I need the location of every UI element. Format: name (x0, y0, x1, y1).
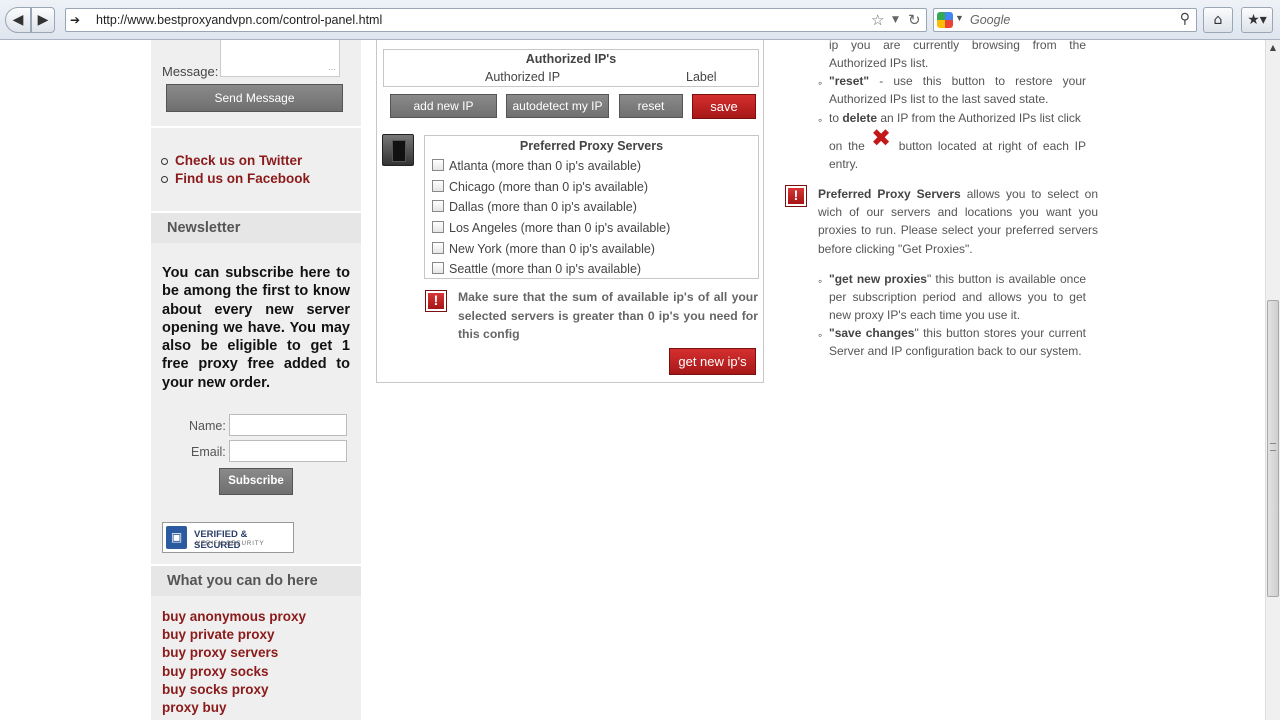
help-reset: "reset" - use this button to restore you… (829, 74, 1086, 107)
add-new-ip-button[interactable]: add new IP (390, 94, 497, 118)
help-get-new-proxies: "get new proxies" this button is availab… (829, 272, 1086, 323)
bullet-icon (161, 158, 168, 165)
address-bar[interactable]: ➔ http://www.bestproxyandvpn.com/control… (65, 8, 927, 32)
badge-title: VERIFIED & SECURED (194, 529, 248, 551)
what-you-can-do-heading: What you can do here (151, 564, 361, 596)
help-delete: to delete an IP from the Authorized IPs … (829, 111, 1081, 125)
lock-icon: ▣ (166, 526, 187, 549)
send-message-button[interactable]: Send Message (166, 84, 343, 112)
server-option-atlanta[interactable]: Atlanta (more than 0 ip's available) (432, 159, 641, 173)
browser-toolbar: ◀ ▶ ➔ http://www.bestproxyandvpn.com/con… (0, 0, 1280, 40)
search-bar[interactable]: ▼ Google ⚲ (933, 8, 1197, 32)
link-buy-socks-proxy[interactable]: buy socks proxy (162, 681, 306, 699)
twitter-link[interactable]: Check us on Twitter (161, 152, 310, 170)
server-option-seattle[interactable]: Seattle (more than 0 ip's available) (432, 262, 641, 276)
newsletter-heading: Newsletter (151, 211, 361, 243)
checkbox[interactable] (432, 180, 444, 192)
subscribe-button[interactable]: Subscribe (219, 468, 293, 495)
sidebar: Message: ⋯ Send Message Check us on Twit… (151, 40, 361, 720)
reset-button[interactable]: reset (619, 94, 683, 118)
bookmarks-button[interactable]: ★▾ (1241, 7, 1273, 33)
facebook-link[interactable]: Find us on Facebook (161, 170, 310, 188)
warning-icon: ! (425, 290, 447, 312)
help-authorized-line: ip you are currently browsing from the A… (829, 40, 1086, 71)
server-option-chicago[interactable]: Chicago (more than 0 ip's available) (432, 180, 648, 194)
search-input[interactable]: Google (970, 13, 1010, 27)
preferred-servers-title: Preferred Proxy Servers (519, 139, 664, 153)
search-icon[interactable]: ⚲ (1180, 11, 1190, 27)
checkbox[interactable] (432, 159, 444, 171)
reload-icon[interactable]: ↻ (908, 11, 921, 29)
grip-icon (1270, 443, 1276, 451)
bullet-icon: ◦ (818, 76, 823, 90)
forward-arrow-icon: ▶ (37, 12, 49, 28)
column-authorized-ip: Authorized IP (485, 70, 561, 84)
help-save-changes: "save changes" this button stores your c… (829, 326, 1086, 359)
name-field[interactable] (229, 414, 347, 436)
divider (151, 126, 361, 128)
home-icon: ⌂ (1213, 12, 1223, 28)
get-new-ips-button[interactable]: get new ip's (669, 348, 756, 375)
back-button[interactable]: ◀ (5, 7, 31, 33)
link-buy-proxy-servers[interactable]: buy proxy servers (162, 644, 306, 662)
link-buy-private-proxy[interactable]: buy private proxy (162, 626, 306, 644)
warning-icon: ! (785, 185, 807, 207)
home-button[interactable]: ⌂ (1203, 7, 1233, 33)
server-option-los-angeles[interactable]: Los Angeles (more than 0 ip's available) (432, 221, 670, 235)
email-label: Email: (191, 445, 226, 459)
message-label: Message: (162, 64, 219, 79)
server-icon (382, 134, 414, 166)
warning-text: Make sure that the sum of available ip's… (458, 290, 758, 341)
site-favicon-icon: ➔ (70, 13, 81, 27)
authorized-ips-table: Authorized IP's Authorized IP Label (383, 49, 759, 87)
save-button[interactable]: save (692, 94, 756, 119)
message-textarea[interactable]: ⋯ (220, 40, 340, 77)
name-label: Name: (189, 419, 226, 433)
newsletter-text: You can subscribe here to be among the f… (162, 265, 350, 391)
link-buy-proxy-socks[interactable]: buy proxy socks (162, 663, 306, 681)
preferred-proxy-servers: Preferred Proxy Servers Atlanta (more th… (424, 135, 759, 279)
authorized-ips-title: Authorized IP's (525, 52, 617, 66)
delete-x-icon: ✖ (871, 124, 892, 152)
checkbox[interactable] (432, 242, 444, 254)
back-arrow-icon: ◀ (12, 12, 24, 28)
help-preferred-servers: Preferred Proxy Servers allows you to se… (818, 187, 1098, 256)
google-engine-icon[interactable] (937, 12, 953, 28)
social-links: Check us on Twitter Find us on Facebook (161, 152, 310, 188)
server-option-dallas[interactable]: Dallas (more than 0 ip's available) (432, 200, 637, 214)
web-page: Message: ⋯ Send Message Check us on Twit… (0, 40, 1265, 720)
column-label: Label (686, 70, 717, 84)
email-field[interactable] (229, 440, 347, 462)
product-links: buy anonymous proxy buy private proxy bu… (162, 608, 306, 717)
bookmark-star-icon[interactable]: ☆ (871, 11, 884, 29)
help-delete-continued: on the button located at right of each IP… (829, 139, 1086, 172)
scroll-up-icon[interactable]: ▲ (1266, 40, 1280, 56)
url-text[interactable]: http://www.bestproxyandvpn.com/control-p… (96, 13, 382, 27)
history-dropdown-icon[interactable]: ▼ (892, 15, 899, 25)
link-proxy-buy[interactable]: proxy buy (162, 699, 306, 717)
checkbox[interactable] (432, 221, 444, 233)
forward-button[interactable]: ▶ (31, 7, 55, 33)
badge-subtitle: VERIFY SECURITY (196, 541, 265, 547)
checkbox[interactable] (432, 262, 444, 274)
server-option-new-york[interactable]: New York (more than 0 ip's available) (432, 242, 655, 256)
bookmarks-icon: ★▾ (1247, 12, 1267, 28)
bullet-icon: ◦ (818, 113, 823, 127)
link-buy-anonymous-proxy[interactable]: buy anonymous proxy (162, 608, 306, 626)
engine-dropdown-icon[interactable]: ▼ (955, 13, 964, 23)
bullet-icon (161, 176, 168, 183)
bullet-icon: ◦ (818, 328, 823, 342)
control-panel: Authorized IP's Authorized IP Label add … (376, 40, 764, 383)
autodetect-ip-button[interactable]: autodetect my IP (506, 94, 609, 118)
resize-grip-icon[interactable]: ⋯ (328, 65, 336, 74)
scrollbar-thumb[interactable] (1267, 300, 1279, 597)
vertical-scrollbar[interactable]: ▲ (1265, 40, 1280, 720)
verified-secured-badge[interactable]: ▣ VERIFIED & SECURED VERIFY SECURITY (162, 522, 294, 553)
checkbox[interactable] (432, 200, 444, 212)
bullet-icon: ◦ (818, 274, 823, 288)
